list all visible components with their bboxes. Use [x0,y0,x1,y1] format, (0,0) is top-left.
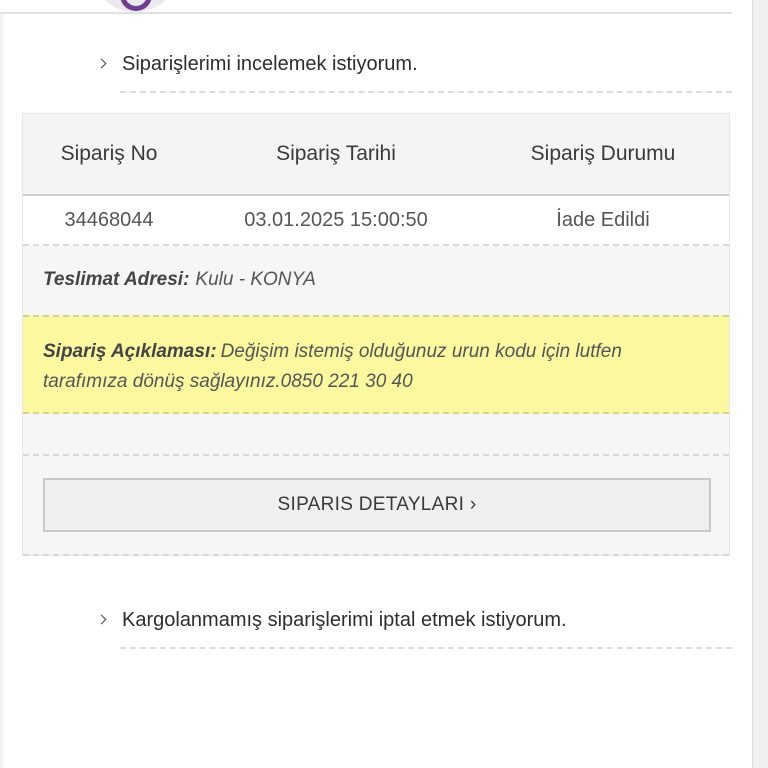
order-date-value: 03.01.2025 15:00:50 [244,208,428,231]
spacer-row [23,416,729,456]
chevron-right-icon [96,56,112,72]
divider [120,647,732,649]
delivery-address: Teslimat Adresi: Kulu - KONYA [23,246,729,314]
top-header-strip [0,0,732,14]
chevron-right-icon [96,612,112,628]
note-label: Sipariş Açıklaması: [43,341,217,362]
header-order-date: Sipariş Tarihi [276,142,396,165]
logo-mark-icon [120,0,152,11]
order-no-value: 34468044 [64,208,154,231]
page: Siparişlerimi incelemek istiyorum. Sipar… [0,0,768,768]
faq-item-cancel-orders[interactable]: Kargolanmamış siparişlerimi iptal etmek … [96,596,732,644]
order-note: Sipariş Açıklaması: Değişim istemiş olduğ… [23,315,729,414]
divider [23,554,729,556]
table-row: 34468044 03.01.2025 15:00:50 İade Edildi [23,196,729,246]
order-card: Sipariş No Sipariş Tarihi Sipariş Durumu… [22,113,730,556]
brand-logo [92,0,178,12]
header-order-no: Sipariş No [60,142,158,165]
order-status-value: İade Edildi [556,208,650,231]
header-order-status: Sipariş Durumu [530,142,676,165]
faq-item-review-orders[interactable]: Siparişlerimi incelemek istiyorum. [96,40,732,88]
faq-item-label: Kargolanmamış siparişlerimi iptal etmek … [122,608,567,631]
left-edge [0,0,3,768]
order-details-button[interactable]: SIPARIS DETAYLARI › [43,478,711,532]
divider [120,91,732,93]
faq-item-label: Siparişlerimi incelemek istiyorum. [122,52,418,75]
address-value: Kulu - KONYA [195,269,316,290]
scroll-gutter [752,0,768,768]
address-label: Teslimat Adresi: [43,269,190,290]
order-table-header: Sipariş No Sipariş Tarihi Sipariş Durumu [23,114,729,196]
